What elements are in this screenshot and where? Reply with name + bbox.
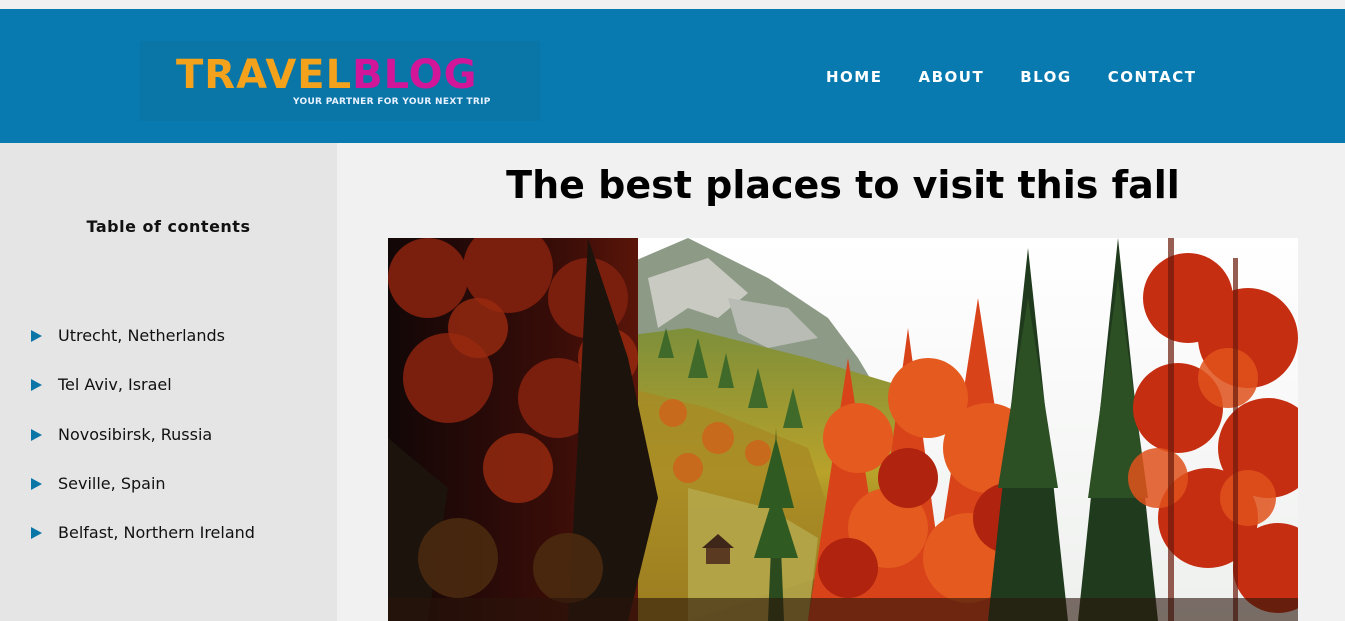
table-of-contents-sidebar: Table of contents Utrecht, Netherlands T… (0, 143, 337, 621)
toc-item-label: Seville, Spain (58, 474, 166, 494)
triangle-right-icon (31, 330, 42, 343)
page-title: The best places to visit this fall (506, 163, 1180, 207)
nav-blog-link[interactable]: BLOG (1020, 68, 1072, 86)
logo-wordmark: TRAVELBLOG (176, 53, 478, 97)
main-nav: HOME ABOUT BLOG CONTACT (826, 68, 1196, 86)
toc-item-novosibirsk[interactable]: Novosibirsk, Russia (31, 410, 255, 459)
nav-about-link[interactable]: ABOUT (918, 68, 984, 86)
toc-title: Table of contents (86, 217, 251, 236)
nav-contact-link[interactable]: CONTACT (1108, 68, 1197, 86)
toc-item-utrecht[interactable]: Utrecht, Netherlands (31, 311, 255, 360)
toc-item-seville[interactable]: Seville, Spain (31, 459, 255, 508)
toc-list: Utrecht, Netherlands Tel Aviv, Israel No… (31, 311, 255, 557)
triangle-right-icon (31, 527, 42, 540)
site-header: TRAVELBLOG YOUR PARTNER FOR YOUR NEXT TR… (0, 9, 1345, 143)
site-logo[interactable]: TRAVELBLOG YOUR PARTNER FOR YOUR NEXT TR… (140, 41, 540, 121)
triangle-right-icon (31, 478, 42, 491)
toc-item-label: Novosibirsk, Russia (58, 424, 213, 444)
hero-image-autumn-forest (388, 238, 1298, 621)
logo-tagline: YOUR PARTNER FOR YOUR NEXT TRIP (293, 97, 491, 107)
triangle-right-icon (31, 428, 42, 441)
toc-item-label: Tel Aviv, Israel (58, 375, 172, 395)
logo-blog-text: BLOG (352, 52, 478, 98)
top-strip (0, 0, 1345, 9)
toc-item-tel-aviv[interactable]: Tel Aviv, Israel (31, 360, 255, 409)
main-content: The best places to visit this fall (337, 143, 1345, 621)
toc-item-label: Belfast, Northern Ireland (58, 523, 255, 543)
toc-item-belfast[interactable]: Belfast, Northern Ireland (31, 508, 255, 557)
toc-item-label: Utrecht, Netherlands (58, 326, 225, 346)
nav-home-link[interactable]: HOME (826, 68, 882, 86)
logo-travel-text: TRAVEL (176, 52, 353, 98)
triangle-right-icon (31, 379, 42, 392)
